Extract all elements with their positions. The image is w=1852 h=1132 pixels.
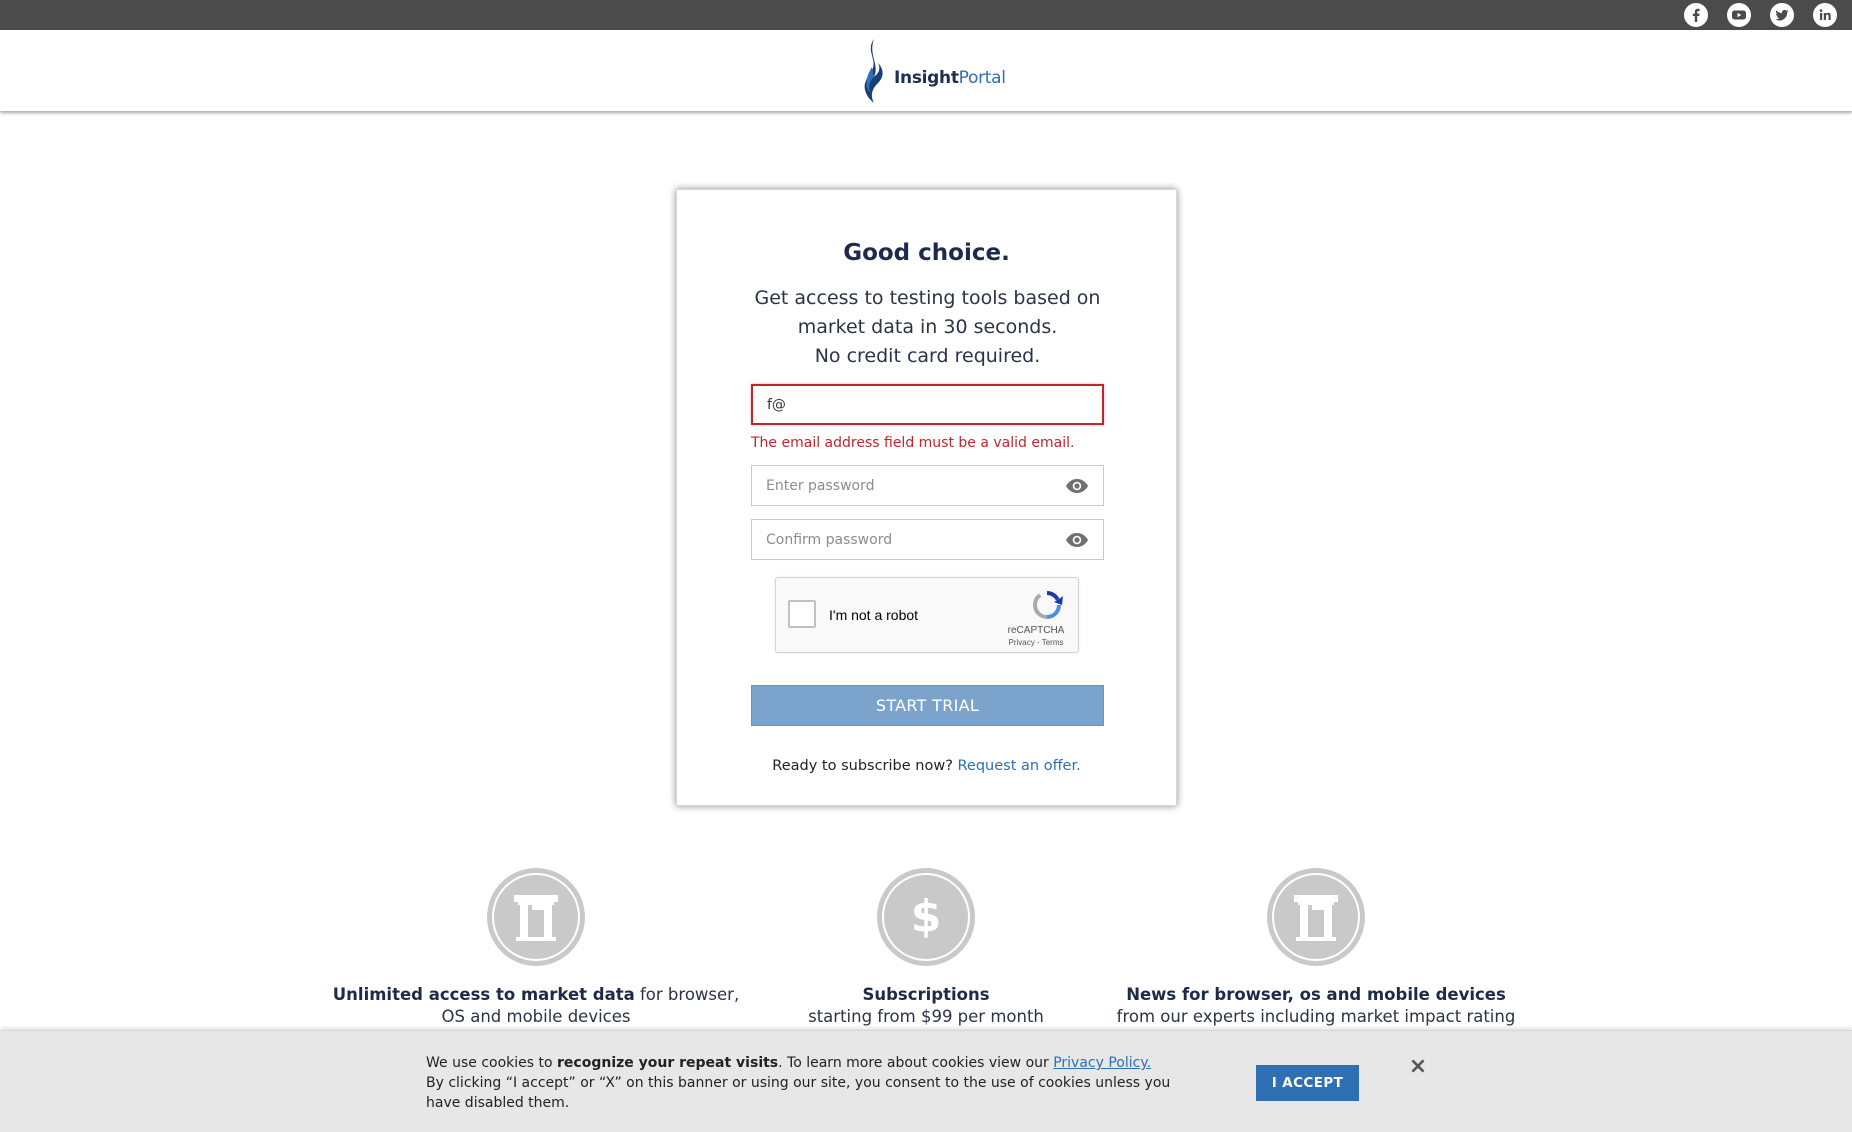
cookie-consent-text: By clicking “I accept” or “X” on this ba… — [426, 1075, 1171, 1111]
privacy-policy-link[interactable]: Privacy Policy. — [1053, 1055, 1151, 1071]
subtitle-line-3: No credit card required. — [814, 345, 1041, 367]
show-password-eye-icon[interactable] — [1065, 478, 1089, 494]
email-input[interactable] — [753, 386, 1102, 423]
feature-news: News for browser, os and mobile devices … — [1106, 868, 1526, 1028]
building-icon — [487, 868, 585, 966]
cookie-banner: We use cookies to recognize your repeat … — [0, 1030, 1852, 1132]
cookie-text: We use cookies to recognize your repeat … — [426, 1053, 1206, 1113]
site-header: InsightPortal — [0, 30, 1852, 111]
top-social-bar — [0, 0, 1852, 30]
start-trial-button[interactable]: START TRIAL — [751, 685, 1104, 726]
building-icon — [1267, 868, 1365, 966]
recaptcha-brand: reCAPTCHA — [1007, 625, 1065, 636]
cookie-text-start: We use cookies to — [426, 1055, 558, 1071]
card-subtitle: Get access to testing tools based on mar… — [717, 284, 1138, 371]
flame-logo-icon — [864, 39, 883, 103]
svg-text:$: $ — [911, 891, 942, 942]
subscribe-text: Ready to subscribe now? — [772, 758, 953, 774]
password-input[interactable] — [752, 466, 1103, 505]
subscribe-prompt: Ready to subscribe now? Request an offer… — [677, 758, 1176, 774]
linkedin-icon[interactable] — [1813, 3, 1837, 27]
accept-cookies-button[interactable]: I ACCEPT — [1256, 1065, 1359, 1101]
show-confirm-password-eye-icon[interactable] — [1065, 532, 1089, 548]
confirm-password-input[interactable] — [752, 520, 1103, 559]
confirm-password-field[interactable] — [751, 519, 1104, 560]
signup-card: Good choice. Get access to testing tools… — [676, 189, 1177, 806]
cookie-text-bold: recognize your repeat visits — [557, 1055, 779, 1071]
facebook-icon[interactable] — [1684, 3, 1708, 27]
dollar-icon: $ — [877, 868, 975, 966]
insightportal-logo[interactable]: InsightPortal — [856, 36, 1006, 106]
card-title: Good choice. — [843, 240, 1010, 266]
feature-1-line2: OS and mobile devices — [441, 1007, 631, 1026]
feature-2-bold: Subscriptions — [862, 985, 990, 1004]
youtube-icon[interactable] — [1727, 3, 1751, 27]
email-field[interactable] — [751, 384, 1104, 425]
email-error-message: The email address field must be a valid … — [751, 435, 1075, 451]
recaptcha-label: I'm not a robot — [829, 607, 919, 623]
close-icon[interactable]: × — [1408, 1056, 1428, 1078]
recaptcha-logo-icon — [1033, 591, 1063, 619]
feature-3-bold: News for browser, os and mobile devices — [1126, 985, 1506, 1004]
feature-market-data: Unlimited access to market data for brow… — [326, 868, 746, 1028]
cookie-text-after: . To learn more about cookies view our — [778, 1055, 1054, 1071]
subtitle-line-2: market data in 30 seconds. — [797, 316, 1058, 338]
recaptcha-privacy-terms[interactable]: Privacy - Terms — [1006, 638, 1066, 647]
subtitle-line-1: Get access to testing tools based on — [754, 287, 1101, 309]
feature-1-bold: Unlimited access to market data — [332, 985, 635, 1004]
recaptcha-widget: I'm not a robot reCAPTCHA Privacy - Term… — [775, 577, 1079, 653]
feature-subscriptions: $ Subscriptions starting from $99 per mo… — [716, 868, 1136, 1028]
password-field[interactable] — [751, 465, 1104, 506]
logo-text-bold: Insight — [894, 68, 959, 88]
feature-2-line2: starting from $99 per month — [808, 1007, 1044, 1026]
recaptcha-checkbox[interactable] — [788, 600, 816, 628]
twitter-icon[interactable] — [1770, 3, 1794, 27]
request-offer-link[interactable]: Request an offer. — [958, 758, 1081, 774]
logo-text-light: Portal — [958, 68, 1006, 88]
feature-3-line2: from our experts including market impact… — [1116, 1007, 1516, 1026]
